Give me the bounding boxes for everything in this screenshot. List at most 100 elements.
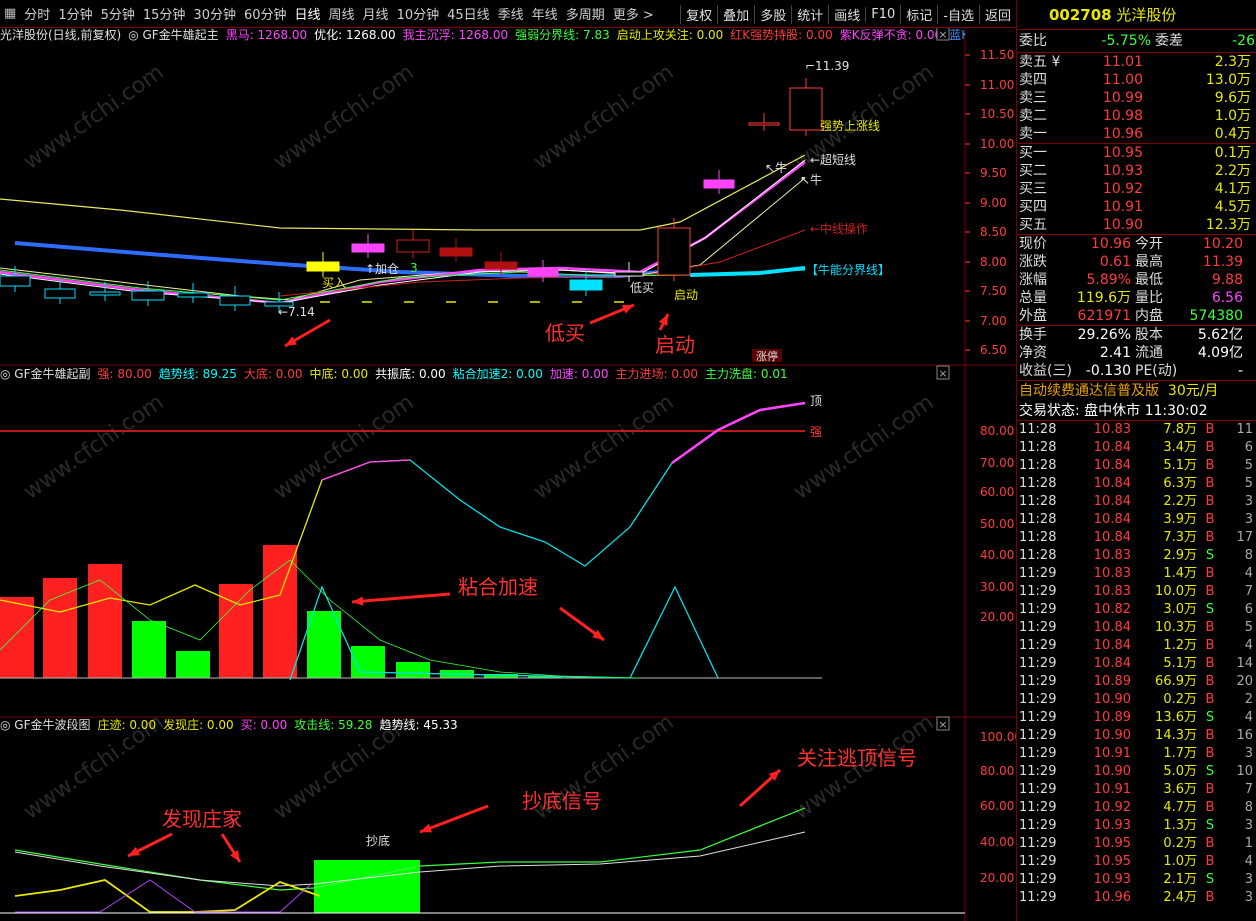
indicator-name[interactable]: ◎ GF金牛波段图 <box>0 716 91 732</box>
toolbar-button-2[interactable]: 多股 <box>754 4 791 24</box>
tick-volume: 2.1万 <box>1163 872 1197 887</box>
bids-row[interactable]: 买四 10.91 4.5万 <box>1017 198 1256 216</box>
level-label: 卖五 ¥ <box>1019 54 1061 70</box>
legend-item: 启动上攻关注: 0.00 <box>616 28 724 42</box>
y-tick-label: 11.00 <box>980 78 1014 92</box>
tick-side: B <box>1205 674 1215 689</box>
y-tick-label: 40.00 <box>980 548 1014 562</box>
toolbar-button-5[interactable]: F10 <box>865 6 900 22</box>
stat-cell: 11.39 <box>1202 254 1243 270</box>
tick-price: 10.84 <box>1093 458 1131 473</box>
legend-item: 中底: 0.00 <box>309 367 369 381</box>
close-icon: × <box>938 28 947 41</box>
tick-list[interactable]: 11:28 10.83 7.8万 B 11 11:28 10.84 3.4万 B 6 11:28 10… <box>1017 421 1256 907</box>
tick-time: 11:28 <box>1019 440 1057 455</box>
tick-price: 10.84 <box>1093 512 1131 527</box>
period-tab-13[interactable]: 多周期 <box>562 4 609 23</box>
menu-grid-icon[interactable]: ▦ <box>0 6 20 21</box>
volume-bar <box>263 545 297 678</box>
asks-row[interactable]: 卖五 ¥ 11.01 2.3万 <box>1017 53 1256 71</box>
trend-line-cyan <box>409 402 806 567</box>
level-label: 卖一 <box>1019 126 1047 142</box>
tick-row: 11:29 10.91 1.7万 B 3 <box>1017 745 1256 763</box>
period-tab-4[interactable]: 30分钟 <box>189 4 240 23</box>
toolbar-button-8[interactable]: 返回 <box>978 4 1016 24</box>
period-tab-2[interactable]: 5分钟 <box>97 4 139 23</box>
tick-price: 10.91 <box>1093 746 1131 761</box>
period-tab-8[interactable]: 月线 <box>359 4 393 23</box>
tick-count: 6 <box>1244 440 1253 455</box>
tick-count: 2 <box>1244 692 1253 707</box>
y-tick-label: 6.50 <box>980 343 1007 357</box>
tick-volume: 3.0万 <box>1163 602 1197 617</box>
bids-row[interactable]: 买二 10.93 2.2万 <box>1017 162 1256 180</box>
period-tab-14[interactable]: 更多 > <box>609 4 658 23</box>
candle <box>396 239 430 253</box>
period-tab-6[interactable]: 日线 <box>291 4 325 23</box>
volume-bar <box>43 578 77 678</box>
bids-row[interactable]: 买五 10.90 12.3万 <box>1017 216 1256 234</box>
asks-row[interactable]: 卖四 11.00 13.0万 <box>1017 71 1256 89</box>
asks-row[interactable]: 卖三 10.99 9.6万 <box>1017 89 1256 107</box>
legend-item: 庄迹: 0.00 <box>97 718 157 732</box>
candle <box>569 279 603 291</box>
tick-count: 4 <box>1244 710 1253 725</box>
toolbar-button-4[interactable]: 画线 <box>828 4 865 24</box>
toolbar-button-0[interactable]: 复权 <box>680 4 717 24</box>
tick-row: 11:29 10.84 5.1万 B 14 <box>1017 655 1256 673</box>
period-tab-5[interactable]: 60分钟 <box>240 4 291 23</box>
annotation-top-escape: 关注逃顶信号 <box>797 746 917 770</box>
tick-time: 11:28 <box>1019 548 1057 563</box>
tick-volume: 4.7万 <box>1163 800 1197 815</box>
tick-time: 11:29 <box>1019 854 1057 869</box>
asks-row[interactable]: 卖二 10.98 1.0万 <box>1017 107 1256 125</box>
tick-price: 10.83 <box>1093 566 1131 581</box>
promo-bar[interactable]: 自动续费通达信普及版 30元/月 <box>1017 381 1256 401</box>
toolbar-button-3[interactable]: 统计 <box>791 4 828 24</box>
level-price: 10.98 <box>1102 108 1143 124</box>
tick-side: B <box>1205 836 1215 851</box>
arrow-bottom-head <box>420 823 432 833</box>
period-tab-3[interactable]: 15分钟 <box>139 4 190 23</box>
bids-row[interactable]: 买三 10.92 4.1万 <box>1017 180 1256 198</box>
tick-row: 11:29 10.90 14.3万 B 16 <box>1017 727 1256 745</box>
indicator-name[interactable]: ◎ GF金牛雄起主 <box>128 28 219 42</box>
chart-title: 光洋股份(日线,前复权) <box>0 28 122 42</box>
level-volume: 0.4万 <box>1214 126 1251 142</box>
indicator-name[interactable]: ◎ GF金牛雄起副 <box>0 365 91 381</box>
legend-item: 主力洗盘: 0.01 <box>705 367 788 381</box>
candle <box>177 292 209 298</box>
promo-price[interactable]: 30元/月 <box>1168 381 1219 401</box>
period-tab-10[interactable]: 45日线 <box>443 4 494 23</box>
toolbar-button-1[interactable]: 叠加 <box>717 4 754 24</box>
tick-price: 10.84 <box>1093 656 1131 671</box>
period-tab-7[interactable]: 周线 <box>325 4 359 23</box>
annotation-find-banker: 发现庄家 <box>162 807 242 831</box>
tick-price: 10.89 <box>1093 710 1131 725</box>
stat-cell: 574380 <box>1189 308 1243 324</box>
bull-divider-label: 【牛能分界线】 <box>806 262 890 277</box>
top-label: 顶 <box>810 394 822 408</box>
tick-side: S <box>1205 818 1215 833</box>
tick-price: 10.90 <box>1093 692 1131 707</box>
period-tab-9[interactable]: 10分钟 <box>393 4 444 23</box>
promo-text[interactable]: 自动续费通达信普及版 <box>1017 381 1159 401</box>
tick-side: B <box>1205 440 1215 455</box>
legend-item: 加速: 0.00 <box>549 367 609 381</box>
stat-cell: 119.6万 <box>1076 290 1131 306</box>
toolbar-button-7[interactable]: -自选 <box>937 4 979 24</box>
period-tab-11[interactable]: 季线 <box>494 4 528 23</box>
asks-row[interactable]: 卖一 10.96 0.4万 <box>1017 125 1256 143</box>
y-tick-label: 50.00 <box>980 517 1014 531</box>
period-tab-0[interactable]: 分时 <box>20 4 54 23</box>
period-tab-1[interactable]: 1分钟 <box>54 4 96 23</box>
tick-side: B <box>1205 530 1215 545</box>
level-label: 买一 <box>1019 145 1047 161</box>
tick-volume: 3.4万 <box>1163 440 1197 455</box>
tick-row: 11:29 10.90 0.2万 B 2 <box>1017 691 1256 709</box>
period-tab-12[interactable]: 年线 <box>528 4 562 23</box>
chart-area[interactable]: www.cfchi.com www.cfchi.com www.cfchi.com w… <box>0 28 1016 921</box>
bids-row[interactable]: 买一 10.95 0.1万 <box>1017 144 1256 162</box>
toolbar-button-6[interactable]: 标记 <box>900 4 937 24</box>
sub-legend-row: ◎ GF金牛雄起副 强: 80.00 趋势线: 89.25 大底: 0.00 中底: 0… <box>0 365 965 381</box>
